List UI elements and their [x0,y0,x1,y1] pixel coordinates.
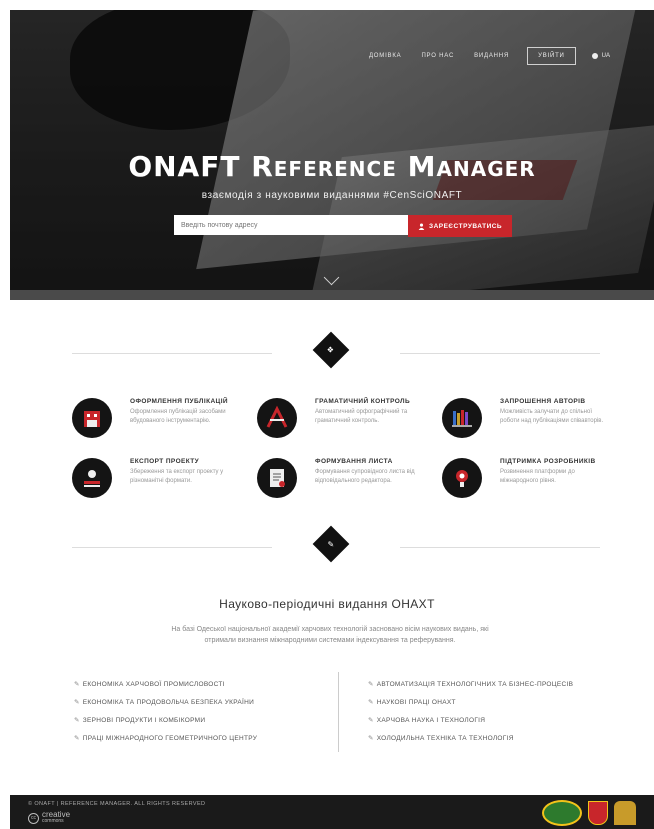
tag-icon: ✎ [74,717,80,724]
feature-item: Оформлення публікацій Оформлення публіка… [72,398,252,448]
document-icon [257,458,297,498]
feature-item: Запрошення авторів Можливість залучати д… [442,398,622,448]
journal-link[interactable]: ✎ Праці міжнародного геометричного центру [74,730,257,748]
signup-button[interactable]: ЗАРЕЄСТРУВАТИСЬ [408,215,513,237]
journal-link[interactable]: ✎ Наукові праці ОНАХТ [368,694,573,712]
section-divider: ✎ [0,525,654,567]
journal-link[interactable]: ✎ Економіка та продовольча безпека Україн… [74,694,257,712]
cc-icon: cc [28,812,39,824]
journal-link[interactable]: ✎ Автоматизація технологічних та бізнес-п… [368,676,573,694]
feature-description: Збереження та експорт проекту у різноман… [130,469,224,484]
journal-link[interactable]: ✎ Харчова наука і технологія [368,712,573,730]
partner-logo[interactable] [542,800,582,826]
tag-icon: ✎ [74,681,80,688]
section-divider: ❖ [0,331,654,373]
feature-description: Формування супровідного листа від відпов… [315,469,415,484]
journal-link[interactable]: ✎ Економіка харчової промисловості [74,676,257,694]
top-nav: Домівка Про нас Видання Увійти UA [349,47,610,65]
partner-logos [542,800,636,826]
feature-item: Підтримка розробників Розвинення платфор… [442,458,622,508]
emblem-logo[interactable] [588,801,608,825]
feature-description: Автоматичний орфографічний та граматични… [315,409,408,424]
journal-link[interactable]: ✎ Холодильна техніка та технологія [368,730,573,748]
cc-label: creative [42,810,71,819]
feature-description: Розвинення платформи до міжнародного рів… [500,469,575,484]
creative-commons-badge[interactable]: cc creative commons [28,811,70,825]
feature-title: Формування листа [315,458,393,465]
journals-divider [338,672,339,752]
paw-icon: ❖ [312,331,350,369]
nav-link-about[interactable]: Про нас [421,53,454,59]
feature-title: Граматичний контроль [315,398,411,405]
journal-list-right: ✎ Автоматизація технологічних та бізнес-п… [368,676,573,748]
journal-link[interactable]: ✎ Зернові продукти і комбікорми [74,712,257,730]
language-label: UA [601,53,610,59]
nav-link-home[interactable]: Домівка [369,53,402,59]
feature-item: Експорт проекту Збереження та експорт пр… [72,458,252,508]
user-add-icon [418,223,425,230]
tag-icon: ✎ [74,735,80,742]
lightbulb-icon [442,458,482,498]
journals-description: На базі Одеської національної академії х… [171,626,489,644]
pen-tool-icon [257,398,297,438]
coat-of-arms-logo[interactable] [614,801,636,825]
feature-title: Запрошення авторів [500,398,586,405]
feature-item: Граматичний контроль Автоматичний орфогр… [257,398,437,448]
tag-icon: ✎ [368,735,374,742]
email-input[interactable] [174,215,408,235]
tag-icon: ✎ [74,699,80,706]
feature-title: Експорт проекту [130,458,200,465]
feature-title: Оформлення публікацій [130,398,228,405]
hero-section: Домівка Про нас Видання Увійти UA ONAFT … [10,10,654,300]
feature-item: Формування листа Формування супровідного… [257,458,437,508]
language-switcher[interactable]: UA [591,53,610,59]
feature-description: Можливість залучати до спільної роботи н… [500,409,604,424]
login-button[interactable]: Увійти [527,47,576,65]
footer: © ONAFT | Reference Manager. All rights … [10,795,654,829]
journals-title: Науково-періодичні видання ОНАХТ [219,597,435,611]
journal-list-left: ✎ Економіка харчової промисловості ✎ Еконо… [74,676,257,748]
tag-icon: ✎ [368,717,374,724]
globe-icon [591,53,598,59]
nav-link-journals[interactable]: Видання [474,53,509,59]
page-subtitle: взаємодія з науковими виданнями #CenSciO… [201,190,463,201]
signup-form: ЗАРЕЄСТРУВАТИСЬ [174,215,513,237]
pencil-icon: ✎ [312,525,350,563]
tag-icon: ✎ [368,699,374,706]
bookshelf-icon [442,398,482,438]
building-icon [72,398,112,438]
tag-icon: ✎ [368,681,374,688]
copyright-text: © ONAFT | Reference Manager. All rights … [28,801,206,807]
feature-description: Оформлення публікацій засобами вбудовано… [130,409,226,424]
export-icon [72,458,112,498]
cc-sub-label: commons [42,818,64,824]
signup-button-label: ЗАРЕЄСТРУВАТИСЬ [429,222,503,230]
page-title: ONAFT Reference Manager [128,150,536,183]
feature-title: Підтримка розробників [500,458,596,465]
